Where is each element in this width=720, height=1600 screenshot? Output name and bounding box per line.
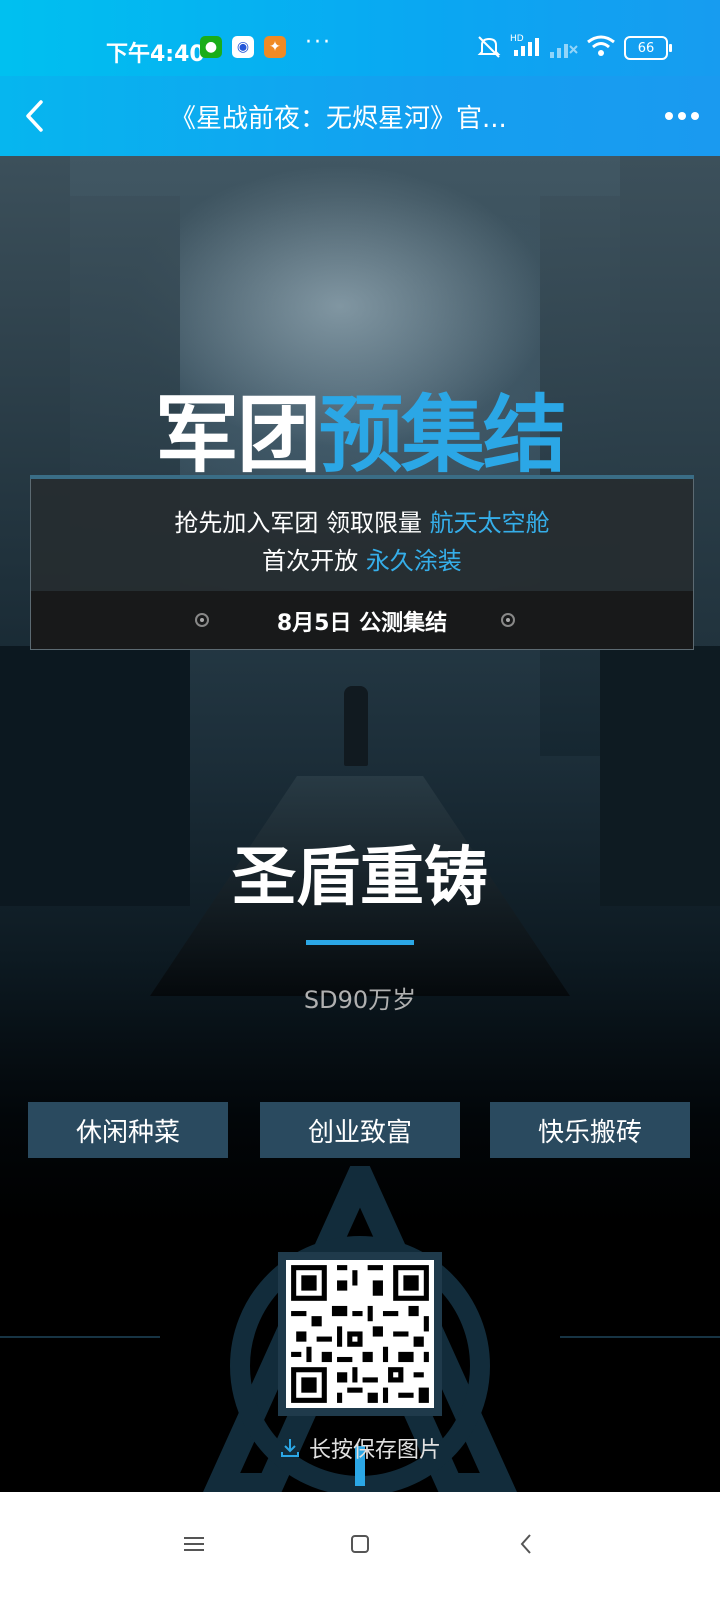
mute-icon — [476, 34, 502, 66]
back-button[interactable] — [14, 90, 54, 142]
page-title: 《星战前夜：无烬星河》官... — [170, 104, 507, 134]
wechat-icon: ● — [200, 36, 222, 58]
headline-white: 军团 — [154, 386, 321, 484]
home-icon — [351, 1535, 369, 1553]
divider-line — [0, 1336, 160, 1338]
back-icon — [520, 1534, 531, 1554]
download-icon — [280, 1439, 299, 1457]
info-line-2: 首次开放 永久涂装 — [262, 547, 462, 575]
info-highlight-1: 航天太空舱 — [429, 509, 550, 537]
svg-text:HD: HD — [510, 34, 524, 44]
info-highlight-2: 永久涂装 — [365, 547, 462, 575]
qr-code-icon — [286, 1260, 434, 1408]
qr-code[interactable] — [278, 1252, 442, 1416]
headline-blue: 预集结 — [319, 386, 567, 484]
more-dots-icon — [665, 112, 673, 120]
menu-button[interactable] — [174, 1524, 214, 1564]
baidu-icon: ◉ — [232, 36, 254, 58]
tag-button-1[interactable]: 休闲种菜 — [28, 1102, 228, 1158]
home-button[interactable] — [340, 1524, 380, 1564]
bullet-dot-icon — [501, 613, 515, 627]
battery-indicator: 66 — [624, 36, 672, 60]
info-box: 抢先加入军团 领取限量 航天太空舱 首次开放 永久涂装 8月5日 公测集结 — [30, 475, 694, 650]
figure-silhouette — [344, 686, 368, 766]
chevron-left-icon — [26, 100, 43, 132]
section-title: 圣盾重铸 — [232, 841, 488, 915]
headline: 军团预集结 — [0, 368, 720, 489]
divider-line — [560, 1336, 720, 1338]
more-options-button[interactable] — [662, 96, 702, 136]
signal-icon — [548, 36, 578, 64]
promo-page[interactable]: 军团预集结 抢先加入军团 领取限量 航天太空舱 首次开放 永久涂装 8月5日 公… — [0, 156, 720, 1492]
nav-back-button[interactable] — [506, 1524, 546, 1564]
more-notifications-icon: ··· — [305, 30, 332, 55]
launch-date: 8月5日 公测集结 — [276, 611, 448, 636]
system-nav-bar — [0, 1492, 720, 1600]
accent-divider — [306, 940, 414, 945]
app-icon: ✦ — [264, 36, 286, 58]
menu-icon — [184, 1537, 204, 1551]
save-hint: 长按保存图片 — [0, 1432, 720, 1464]
signal-hd-icon: HD — [510, 32, 542, 64]
tag-button-3[interactable]: 快乐搬砖 — [490, 1102, 690, 1158]
title-bar: 《星战前夜：无烬星河》官... — [0, 76, 720, 156]
info-line-1: 抢先加入军团 领取限量 航天太空舱 — [174, 509, 550, 537]
wifi-icon — [586, 34, 616, 64]
tag-button-2[interactable]: 创业致富 — [260, 1102, 460, 1158]
info-footer: 8月5日 公测集结 — [31, 591, 693, 649]
status-time: 下午4:40 — [106, 42, 205, 67]
slogan: SD90万岁 — [303, 986, 417, 1014]
save-hint-text: 长按保存图片 — [308, 1438, 441, 1463]
